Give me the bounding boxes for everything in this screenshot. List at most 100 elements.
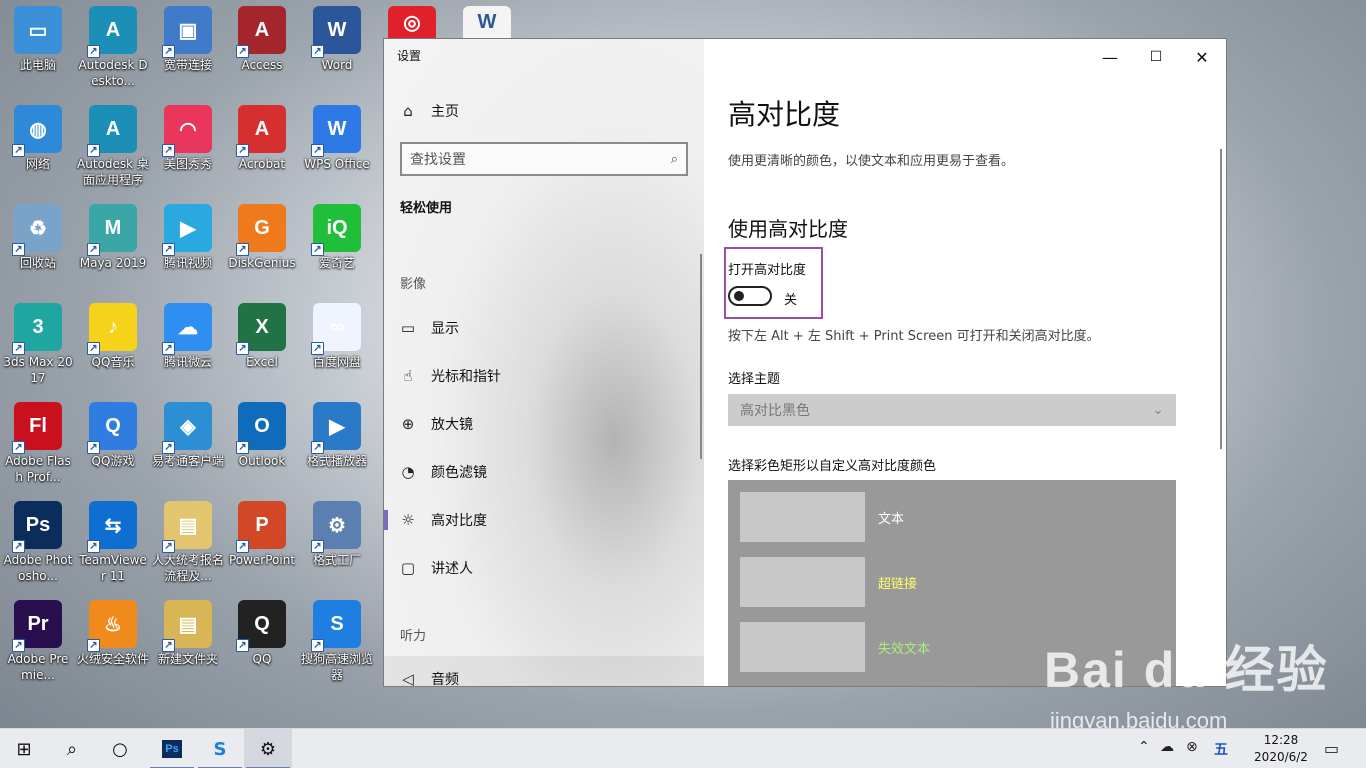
high-contrast-toggle[interactable] [728, 286, 772, 306]
desktop-icon[interactable]: W ↗ Word [299, 0, 375, 92]
nav-item[interactable]: ⊕ 放大镜 [384, 401, 704, 447]
close-button[interactable]: ✕ [1179, 43, 1225, 71]
search-input[interactable]: 查找设置 ⌕ [400, 142, 688, 176]
desktop-icon[interactable]: W ↗ WPS Office [299, 99, 375, 191]
nav-item[interactable]: ◔ 颜色滤镜 [384, 449, 704, 495]
nav-scrollbar[interactable] [700, 254, 702, 459]
taskbar-photoshop[interactable]: Ps [148, 729, 196, 768]
desktop-icon[interactable]: ▶ ↗ 腾讯视频 [150, 198, 226, 290]
search-icon: ⌕ [66, 738, 78, 760]
icon-glyph: X [255, 315, 269, 338]
desktop-icon[interactable]: ◍ ↗ 网络 [0, 99, 76, 191]
toggle-state: 关 [784, 293, 798, 308]
desktop-icon[interactable]: A ↗ Access [224, 0, 300, 92]
desktop-icon[interactable]: S ↗ 搜狗高速浏览器 [299, 594, 375, 686]
desktop-icon[interactable]: Pr ↗ Adobe Premie... [0, 594, 76, 686]
contrast-icon: ☼ [401, 511, 415, 529]
color-swatch[interactable] [740, 492, 865, 542]
desktop-icon[interactable]: ▤ ↗ 人大统考报名流程及... [150, 495, 226, 587]
desktop-icon[interactable]: Q ↗ QQ [224, 594, 300, 686]
desktop-icon[interactable]: ◈ ↗ 易考通客户端 [150, 396, 226, 488]
desktop-icon[interactable]: ⚙ ↗ 格式工厂 [299, 495, 375, 587]
windows-icon: ⊞ [16, 738, 32, 760]
desktop-icon[interactable]: ▤ ↗ 新建文件夹 [150, 594, 226, 686]
word-icon: W ↗ [311, 6, 361, 58]
desktop-icon[interactable]: ⇆ ↗ TeamViewer 11 [75, 495, 151, 587]
desktop-icon[interactable]: P ↗ PowerPoint [224, 495, 300, 587]
theme-select[interactable]: 高对比黑色 ⌄ [728, 394, 1176, 426]
shortcut-arrow-icon: ↗ [311, 243, 324, 256]
chevron-up-icon[interactable]: ⌃ [1138, 739, 1150, 755]
shortcut-arrow-icon: ↗ [311, 540, 324, 553]
network-off-icon[interactable]: ⊗ [1186, 739, 1198, 755]
cloud-icon[interactable]: ☁ [1160, 739, 1174, 755]
notification-icon[interactable]: ▭ [1324, 739, 1339, 758]
desktop-icon[interactable]: iQ ↗ 爱奇艺 [299, 198, 375, 290]
desktop-icon[interactable]: ▣ ↗ 宽带连接 [150, 0, 226, 92]
format-player-icon: ▶ ↗ [311, 402, 361, 454]
desktop-icon-label: 宽带连接 [163, 58, 212, 72]
nav-item[interactable]: ☼ 高对比度 [384, 497, 704, 543]
desktop-icon[interactable]: ♨ ↗ 火绒安全软件 [75, 594, 151, 686]
desktop-icon[interactable]: Q ↗ QQ游戏 [75, 396, 151, 488]
color-swatch[interactable] [740, 622, 865, 672]
nav-item[interactable]: ☝ 光标和指针 [384, 353, 704, 399]
desktop-icon[interactable]: A ↗ Acrobat [224, 99, 300, 191]
clock[interactable]: 12:28 2020/6/2 [1248, 732, 1314, 766]
sogou-browser-icon: S ↗ [311, 600, 361, 652]
shortcut-hint: 按下左 Alt + 左 Shift + Print Screen 可打开和关闭高… [728, 329, 1100, 344]
icon-glyph: A [105, 18, 121, 41]
desktop-icon-label: 格式播放器 [306, 454, 367, 468]
shortcut-arrow-icon: ↗ [236, 144, 249, 157]
desktop-icon-label: Adobe Photosho... [3, 553, 73, 583]
powerpoint-icon: P ↗ [236, 501, 286, 553]
outlook-icon: O ↗ [236, 402, 286, 454]
desktop-icon-label: Outlook [238, 454, 286, 468]
shortcut-arrow-icon: ↗ [12, 639, 25, 652]
color-row: 文本 [740, 492, 1176, 542]
ime-indicator[interactable]: 五 [1214, 739, 1228, 759]
nav-item[interactable]: ▢ 讲述人 [384, 545, 704, 591]
desktop-icon[interactable]: ◠ ↗ 美图秀秀 [150, 99, 226, 191]
desktop-icon[interactable]: 3 ↗ 3ds Max 2017 [0, 297, 76, 389]
shortcut-arrow-icon: ↗ [87, 441, 100, 454]
task-view-button[interactable]: ○ [96, 729, 144, 768]
nav-item[interactable]: ▭ 显示 [384, 305, 704, 351]
shortcut-arrow-icon: ↗ [87, 45, 100, 58]
maximize-button[interactable]: ☐ [1133, 43, 1179, 71]
taskbar-sogou[interactable]: S [196, 729, 244, 768]
icon-glyph: ⇆ [104, 514, 122, 537]
desktop-icon[interactable]: ♻ ↗ 回收站 [0, 198, 76, 290]
desktop-icon[interactable]: X ↗ Excel [224, 297, 300, 389]
desktop-icon[interactable]: ▶ ↗ 格式播放器 [299, 396, 375, 488]
taskbar-settings[interactable]: ⚙ [244, 729, 292, 768]
icon-glyph: O [254, 414, 270, 437]
nav-home[interactable]: ⌂ 主页 [384, 88, 704, 134]
desktop-icon[interactable]: Ps ↗ Adobe Photosho... [0, 495, 76, 587]
icon-glyph: Q [105, 414, 121, 437]
netease-music-icon: ◎ [388, 6, 436, 38]
premiere-icon: Pr ↗ [12, 600, 62, 652]
desktop-icon[interactable]: G ↗ DiskGenius [224, 198, 300, 290]
desktop-icon[interactable]: O ↗ Outlook [224, 396, 300, 488]
shortcut-arrow-icon: ↗ [87, 639, 100, 652]
desktop-icon[interactable]: ∞ ↗ 百度网盘 [299, 297, 375, 389]
search-button[interactable]: ⌕ [48, 729, 96, 768]
desktop-icon[interactable]: ♪ ↗ QQ音乐 [75, 297, 151, 389]
desktop-icon[interactable]: ☁ ↗ 腾讯微云 [150, 297, 226, 389]
start-button[interactable]: ⊞ [0, 729, 48, 768]
gear-icon: ⚙ [259, 738, 277, 760]
pointer-icon: ☝ [403, 367, 413, 385]
shortcut-arrow-icon: ↗ [236, 45, 249, 58]
minimize-button[interactable]: — [1087, 43, 1133, 71]
desktop-icon[interactable]: Fl ↗ Adobe Flash Prof... [0, 396, 76, 488]
desktop-icon[interactable]: A ↗ Autodesk Deskto... [75, 0, 151, 92]
nav-item[interactable]: ◁ 音频 [384, 656, 704, 686]
color-swatch[interactable] [740, 557, 865, 607]
desktop-icon[interactable]: ▭ 此电脑 [0, 0, 76, 92]
desktop-icon[interactable]: A ↗ Autodesk 桌面应用程序 [75, 99, 151, 191]
desktop-icon[interactable]: M ↗ Maya 2019 [75, 198, 151, 290]
content-scrollbar[interactable] [1220, 149, 1222, 449]
shortcut-arrow-icon: ↗ [162, 342, 175, 355]
icon-glyph: 3 [32, 315, 44, 338]
